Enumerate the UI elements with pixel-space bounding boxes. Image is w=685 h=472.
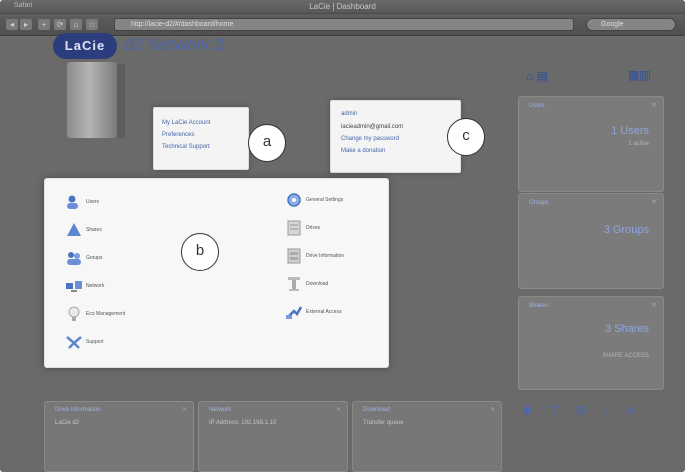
user-menu-popup: admin lacieadmin@gmail.com Change my pas… xyxy=(330,100,461,173)
menu-label-eco-management: Eco Management xyxy=(86,311,126,317)
menu-item-shares[interactable]: Shares xyxy=(65,221,102,239)
menu-item-external-access[interactable]: External Access xyxy=(285,303,342,321)
network-title: Network xyxy=(209,407,232,413)
menu-label-drive-information: Drive Information xyxy=(306,253,345,259)
network-icon xyxy=(66,281,82,292)
my-lacie-account-link[interactable]: My LaCie Account xyxy=(162,117,248,129)
groups-widget[interactable]: Groups ✕ 3 Groups xyxy=(518,193,664,289)
close-icon[interactable]: ✕ xyxy=(651,101,657,109)
menu-label-support: Support xyxy=(86,339,104,345)
users-widget-title: Users xyxy=(529,103,545,109)
preferences-link[interactable]: Preferences xyxy=(162,129,248,141)
drives-icon xyxy=(287,220,301,236)
support-icon xyxy=(66,336,82,349)
menu-label-shares: Shares xyxy=(86,227,102,233)
settings-icon xyxy=(287,193,301,207)
callout-c: c xyxy=(447,118,485,156)
download-title: Download xyxy=(363,407,390,413)
menu-item-drives[interactable]: Drives xyxy=(285,219,320,237)
add-bookmark-button[interactable]: + xyxy=(38,19,50,30)
menu-item-support[interactable]: Support xyxy=(65,333,104,351)
bookmarks-button[interactable]: ☆ xyxy=(86,19,98,30)
shares-icon xyxy=(67,223,81,236)
drive-info-title: Drive Information xyxy=(55,407,101,413)
menu-item-drive-information[interactable]: Drive Information xyxy=(285,247,344,265)
groups-icon xyxy=(67,252,81,265)
callout-a: a xyxy=(248,124,286,162)
technical-support-link[interactable]: Technical Support xyxy=(162,141,248,153)
users-count: 1 Users xyxy=(611,125,649,137)
menu-label-download: Download xyxy=(306,281,329,287)
menu-label-drives: Drives xyxy=(306,225,321,231)
menu-label-external-access: External Access xyxy=(306,309,342,315)
groups-count: 3 Groups xyxy=(603,224,649,236)
shares-widget-title: Shares xyxy=(529,303,549,309)
change-password-link[interactable]: Change my password xyxy=(341,133,460,145)
eco-icon xyxy=(68,306,80,321)
search-bar[interactable]: Google xyxy=(586,18,676,31)
drive-info-icon xyxy=(287,248,301,264)
users-sub: 1 active xyxy=(628,141,649,147)
menu-item-general-settings[interactable]: General Settings xyxy=(285,191,343,209)
title-bar: Safari LaCie | Dashboard xyxy=(0,0,685,14)
menu-item-groups[interactable]: Groups xyxy=(65,249,102,267)
menu-label-users: Users xyxy=(86,199,100,205)
menu-item-eco-management[interactable]: Eco Management xyxy=(65,305,125,323)
menu-label-general-settings: General Settings xyxy=(306,197,344,203)
groups-widget-title: Groups xyxy=(529,200,549,206)
menu-item-users[interactable]: Users xyxy=(65,193,99,211)
shares-count: 3 Shares xyxy=(604,323,649,335)
download-widget[interactable]: Download ✕ Transfer queue xyxy=(352,401,502,472)
user-email: lacieadmin@gmail.com xyxy=(341,124,404,130)
window-title: LaCie | Dashboard xyxy=(309,2,376,11)
browser-window: Safari LaCie | Dashboard ◂ ▸ + ⟳ ⌂ ☆ htt… xyxy=(0,0,685,472)
callout-b: b xyxy=(181,233,219,271)
device-name[interactable]: d2 Network 2 xyxy=(124,35,224,55)
home-button[interactable]: ⌂ xyxy=(70,19,82,30)
shares-widget[interactable]: Shares ✕ 3 Shares SHARE ACCESS xyxy=(518,296,664,390)
close-icon[interactable]: ✕ xyxy=(651,198,657,206)
download-line: Transfer queue xyxy=(363,420,404,426)
menu-item-download[interactable]: Download xyxy=(285,275,328,293)
back-button[interactable]: ◂ xyxy=(6,19,18,30)
close-icon[interactable]: ✕ xyxy=(182,406,187,413)
users-widget[interactable]: Users ✕ 1 Users 1 active xyxy=(518,96,664,192)
drive-info-line: LaCie d2 xyxy=(55,420,80,426)
user-name: admin xyxy=(341,111,358,117)
layout-icon[interactable]: ▦▥ xyxy=(628,68,651,82)
url-bar[interactable]: http://lacie-d2/#/dashboard/home xyxy=(114,18,574,31)
shortcut-icons[interactable]: ✚ ⊤ ⚙ ↓ ✕ xyxy=(522,403,642,419)
lacie-logo: LaCie xyxy=(53,33,117,59)
close-icon[interactable]: ✕ xyxy=(336,406,341,413)
menu-item-network[interactable]: Network xyxy=(65,277,104,295)
network-line: IP Address: 192.168.1.10 xyxy=(209,420,277,426)
device-image xyxy=(67,62,125,138)
forward-button[interactable]: ▸ xyxy=(20,19,32,30)
network-widget[interactable]: Network ✕ IP Address: 192.168.1.10 xyxy=(198,401,348,472)
menu-label-network: Network xyxy=(86,283,105,289)
account-menu-popup: My LaCie Account Preferences Technical S… xyxy=(153,107,249,170)
shares-sub: SHARE ACCESS xyxy=(602,353,649,359)
donation-link[interactable]: Make a donation xyxy=(341,145,460,157)
menu-label-groups: Groups xyxy=(86,255,103,261)
home-icon[interactable]: ⌂ ▤ xyxy=(526,69,548,83)
dashboard-menu-panel: Users Shares Groups Network Eco Manageme… xyxy=(44,178,389,368)
drive-info-widget[interactable]: Drive Information ✕ LaCie d2 xyxy=(44,401,194,472)
users-icon xyxy=(67,195,78,209)
reload-button[interactable]: ⟳ xyxy=(54,19,66,30)
close-icon[interactable]: ✕ xyxy=(651,301,657,309)
external-access-icon xyxy=(286,306,303,319)
download-icon xyxy=(288,277,300,291)
close-icon[interactable]: ✕ xyxy=(490,406,495,413)
